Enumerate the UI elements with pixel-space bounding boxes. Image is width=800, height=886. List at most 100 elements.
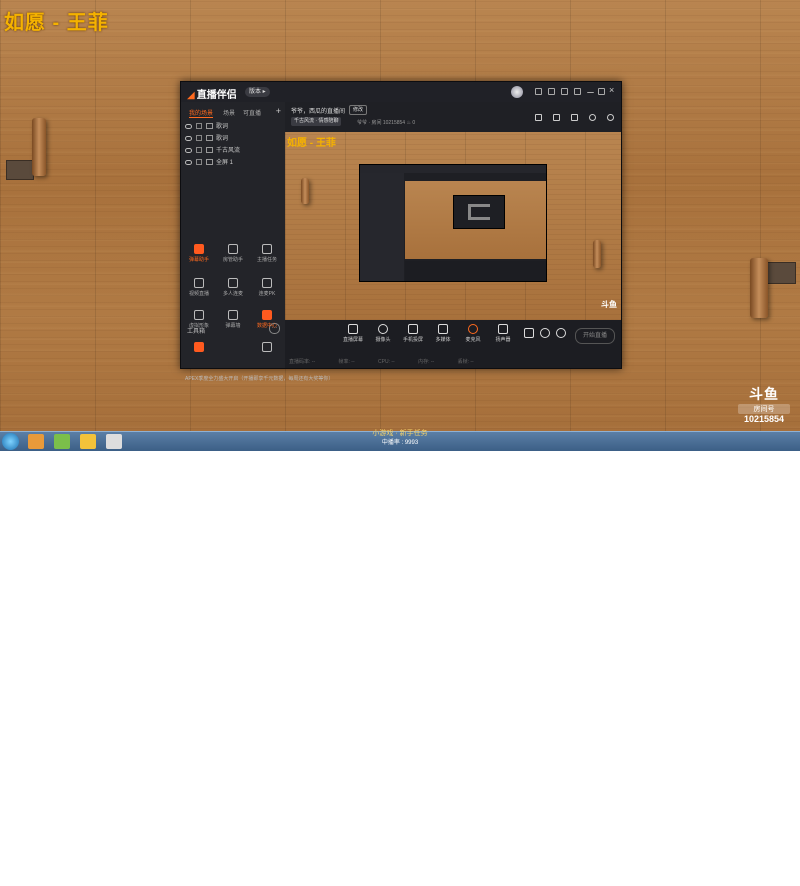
extra-tool-icon (194, 342, 204, 352)
source-item[interactable]: 全屏 1 (185, 158, 233, 168)
button-label: 摄像头 (375, 337, 391, 343)
lock-icon[interactable] (196, 123, 202, 130)
eye-icon (540, 328, 550, 338)
minimize-icon[interactable] (587, 92, 594, 94)
window-icon-4[interactable] (574, 88, 581, 95)
window-icon-1[interactable] (535, 88, 542, 95)
tool-label: 主播任务 (256, 257, 277, 263)
speaker-icon (498, 324, 508, 334)
screen-icon (348, 324, 358, 334)
button-label: 扬声器 (495, 337, 511, 343)
tool-label: 弹幕助手 (188, 257, 209, 263)
tool-data-center[interactable]: 数据中心 (253, 310, 281, 334)
window-source-icon (206, 147, 213, 154)
chart-icon[interactable] (553, 114, 560, 121)
live-preview[interactable]: 如愿 - 王菲 斗鱼 (285, 132, 621, 320)
camera-button[interactable]: 摄像头 (369, 324, 397, 343)
button-label: 手机投屏 (402, 337, 423, 343)
media-button[interactable]: 多媒体 (429, 324, 457, 343)
mic-icon (468, 324, 478, 334)
close-icon[interactable]: × (609, 85, 614, 95)
stat-bitrate: 直播码率: -- (289, 359, 316, 365)
category-tag[interactable]: 千古风流 · 情感陪聊 (291, 117, 342, 126)
tab-live[interactable]: 可直播 (243, 108, 261, 117)
tray-icon[interactable] (675, 875, 681, 881)
event-notice[interactable]: APEX季度全力盛大开启（开播即享千元数据，每周还有大奖等你） (185, 375, 355, 382)
gift-icon[interactable] (535, 114, 542, 121)
tray-icon[interactable] (686, 875, 692, 881)
user-avatar[interactable] (511, 86, 523, 98)
tray-icon[interactable] (620, 875, 626, 881)
tool-anchor-task[interactable]: 主播任务 (253, 244, 281, 268)
bottom-toolbar: 直播屏幕 摄像头 手机投屏 多媒体 麦克风 扬声器 开始直播 直播码率: -- … (285, 320, 621, 368)
lock-icon[interactable] (196, 159, 202, 166)
source-item[interactable]: 歌词 (185, 122, 228, 132)
version-button[interactable]: 版本 ▸ (245, 87, 270, 97)
gear-icon (556, 328, 566, 338)
add-source-button[interactable]: + (276, 106, 281, 116)
tray-icon[interactable] (664, 875, 670, 881)
system-tray[interactable] (620, 868, 730, 881)
lock-icon[interactable] (196, 135, 202, 142)
tab-scene[interactable]: 场景 (223, 108, 235, 117)
source-label: 全屏 1 (216, 160, 234, 166)
share-icon[interactable] (607, 114, 614, 121)
tool-avatar[interactable]: 虚拟形象 (185, 310, 213, 334)
settings-button[interactable] (555, 328, 567, 338)
speaker-button[interactable]: 扬声器 (489, 324, 517, 343)
eye-icon[interactable] (185, 159, 192, 165)
douyu-room-label: 房间号 (738, 404, 790, 414)
bell-icon[interactable] (589, 114, 596, 121)
source-item[interactable]: 歌词 (185, 134, 228, 144)
window-icon-3[interactable] (561, 88, 568, 95)
title-bar[interactable]: ◢ 直播伴侣 版本 ▸ × (181, 82, 621, 102)
text-source-icon (206, 123, 213, 130)
room-header: 爷爷，西瓜的直播间 修改 千古风流 · 情感陪聊 爷爷 · 房间 1021585… (285, 102, 621, 132)
avatar-icon (194, 310, 204, 320)
pk-icon (262, 278, 272, 288)
mic-button[interactable]: 麦克风 (459, 324, 487, 343)
room-title: 爷爷，西瓜的直播间 (291, 109, 346, 115)
tray-icon[interactable] (642, 875, 648, 881)
eye-icon[interactable] (185, 135, 192, 141)
eye-settings-button[interactable] (539, 328, 551, 338)
source-item[interactable]: 千古风流 (185, 146, 240, 156)
tool-extra-1[interactable] (185, 342, 213, 354)
eye-icon[interactable] (185, 123, 192, 129)
sidebar: 我的场景 场景 可直播 + 歌词 歌词 千古风流 全屏 1 工具箱 ··· 弹幕… (181, 102, 333, 382)
tool-danmu-wall[interactable]: 弹幕墙 (219, 310, 247, 334)
stream-subcaption: 中播率 : 9993 (381, 440, 419, 446)
mic-link-icon (228, 278, 238, 288)
window-icon-2[interactable] (548, 88, 555, 95)
tray-icon[interactable] (631, 875, 637, 881)
screen-button[interactable]: 直播屏幕 (339, 324, 367, 343)
taskbar-clock[interactable]: 18:43 周二 2021/8/28 (748, 865, 772, 877)
edit-room-button[interactable]: 修改 (349, 105, 368, 115)
hook-right (750, 258, 768, 318)
tool-admin-assistant[interactable]: 房管助手 (219, 244, 247, 268)
record-icon-button[interactable] (523, 328, 535, 338)
tool-multi-mic[interactable]: 多人连麦 (219, 278, 247, 302)
nested-bottom-bar (405, 261, 546, 281)
app-logo: ◢ 直播伴侣 (187, 86, 237, 101)
stat-fps: 帧率: -- (338, 359, 355, 365)
maximize-icon[interactable] (598, 88, 605, 95)
lock-icon[interactable] (196, 147, 202, 154)
source-label: 歌词 (216, 124, 229, 130)
tray-icon[interactable] (697, 875, 703, 881)
tool-danmu-assistant[interactable]: 弹幕助手 (185, 244, 213, 268)
logo-mark-icon: ◢ (187, 90, 195, 101)
preview-song-overlay: 如愿 - 王菲 (287, 138, 336, 149)
start-live-button[interactable]: 开始直播 (575, 328, 615, 344)
tool-video-live[interactable]: 视频直播 (185, 278, 213, 302)
tool-pk[interactable]: 连麦PK (253, 278, 281, 302)
danmu-icon (194, 244, 204, 254)
clock-date: 2021/8/28 (748, 871, 772, 877)
text-source-icon (206, 135, 213, 142)
phone-cast-button[interactable]: 手机投屏 (399, 324, 427, 343)
lock-icon[interactable] (571, 114, 578, 121)
tray-icon[interactable] (653, 875, 659, 881)
eye-icon[interactable] (185, 147, 192, 153)
tool-extra-2[interactable] (253, 342, 281, 354)
tab-my-scene[interactable]: 我的场景 (189, 108, 214, 118)
